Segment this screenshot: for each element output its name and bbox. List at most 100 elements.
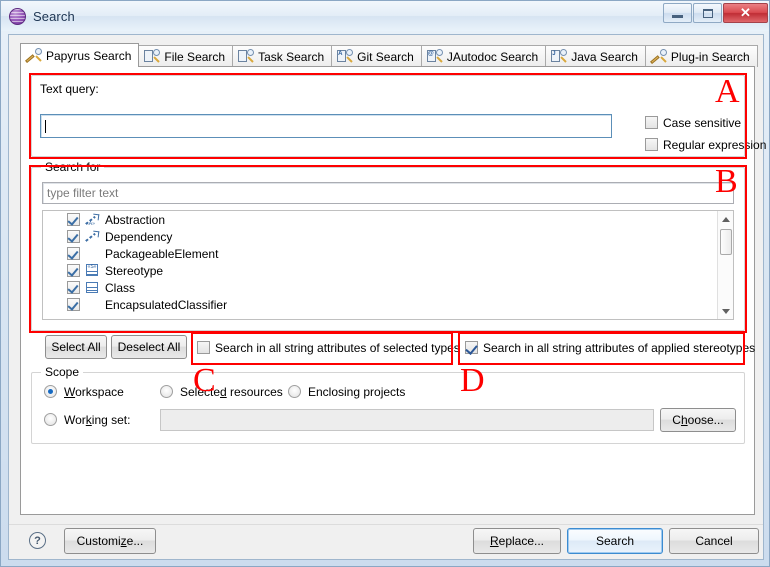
scope-radio-enclosing-projects[interactable] <box>288 385 301 398</box>
git-search-tab-icon: A <box>337 49 354 64</box>
tab-label: File Search <box>164 49 226 64</box>
help-icon[interactable]: ? <box>29 532 46 549</box>
element-type-tree[interactable]: «A» Abstraction Dependency PackageableEl… <box>42 210 734 320</box>
java-search-tab-icon-mark: J <box>552 51 556 57</box>
jautodoc-search-tab-icon: @ <box>426 49 443 64</box>
tab-label: Task Search <box>258 49 325 64</box>
search-selected-types-label: Search in all string attributes of selec… <box>215 341 460 355</box>
tree-item-label: Dependency <box>105 229 173 244</box>
tree-item-label: Class <box>105 280 136 295</box>
tab-file-search[interactable]: File Search <box>138 45 234 67</box>
tree-item-label: EncapsulatedClassifier <box>105 297 228 312</box>
tab-task-search[interactable]: Task Search <box>232 45 333 67</box>
list-item[interactable]: Class <box>43 279 733 296</box>
text-cursor <box>45 119 46 133</box>
no-icon <box>85 298 100 312</box>
abstraction-icon: «A» <box>86 220 95 227</box>
regular-expression-checkbox[interactable] <box>645 138 658 151</box>
type-filter-placeholder: type filter text <box>47 186 119 200</box>
choose-button-label: Choose... <box>672 413 724 427</box>
text-query-label: Text query: <box>40 82 99 96</box>
scope-label-enclosing-projects: Enclosing projects <box>308 385 406 399</box>
tree-item-label: Abstraction <box>105 212 166 227</box>
file-search-tab-icon <box>144 49 161 64</box>
jautodoc-search-tab-icon-mark: @ <box>427 51 434 57</box>
deselect-all-button[interactable]: Deselect All <box>111 335 187 359</box>
class-icon <box>85 281 100 295</box>
maximize-button[interactable] <box>693 3 722 23</box>
search-tab-strip: Papyrus Search File Search Task Search A <box>20 43 758 67</box>
annotation-letter-c: C <box>193 362 216 399</box>
case-sensitive-checkbox[interactable] <box>645 116 658 129</box>
tab-label: Papyrus Search <box>46 48 132 63</box>
select-all-button[interactable]: Select All <box>45 335 107 359</box>
scroll-up-icon[interactable] <box>718 211 733 227</box>
footer-separator <box>9 524 763 525</box>
tab-plugin-search[interactable]: Plug-in Search <box>644 45 758 67</box>
tree-item-label: PackageableElement <box>105 246 219 261</box>
annotation-letter-a: A <box>715 73 740 110</box>
title-bar: Search ✕ <box>1 1 769 31</box>
scope-radio-selected-resources[interactable] <box>160 385 173 398</box>
tab-papyrus-search[interactable]: Papyrus Search <box>20 43 140 67</box>
no-icon <box>85 247 100 261</box>
papyrus-search-tab-icon <box>25 48 42 63</box>
tree-item-checkbox[interactable] <box>67 230 80 243</box>
tree-vertical-scrollbar[interactable] <box>717 211 733 319</box>
dependency-icon <box>85 230 100 244</box>
annotation-letter-d: D <box>460 362 485 399</box>
list-item[interactable]: «A» Abstraction <box>43 211 733 228</box>
text-query-input[interactable] <box>40 114 612 138</box>
tab-jautodoc-search[interactable]: @ JAutodoc Search <box>420 45 547 67</box>
git-search-tab-icon-mark: A <box>338 51 343 57</box>
cancel-button[interactable]: Cancel <box>669 528 759 554</box>
tree-item-label: Stereotype <box>105 263 164 278</box>
close-button[interactable]: ✕ <box>723 3 768 23</box>
choose-button[interactable]: Choose... <box>660 408 736 432</box>
tab-label: Plug-in Search <box>670 49 750 64</box>
scrollbar-thumb[interactable] <box>720 229 732 255</box>
tree-item-checkbox[interactable] <box>67 298 80 311</box>
tree-item-checkbox[interactable] <box>67 264 80 277</box>
text-query-group: Text query: Case sensitive Regular expre… <box>31 75 766 157</box>
scope-radio-workspace[interactable] <box>44 385 57 398</box>
plugin-search-tab-icon <box>649 49 667 64</box>
replace-button-label: Replace... <box>489 534 545 548</box>
scope-radio-working-set[interactable] <box>44 413 57 426</box>
search-button[interactable]: Search <box>567 528 663 554</box>
scope-group: Scope Workspace Selected resources Enclo… <box>31 365 745 444</box>
papyrus-search-tab-page: Text query: Case sensitive Regular expre… <box>20 66 766 515</box>
regular-expression-label: Regular expression <box>663 138 767 152</box>
tree-item-checkbox[interactable] <box>67 247 80 260</box>
tree-item-checkbox[interactable] <box>67 281 80 294</box>
scroll-down-icon[interactable] <box>718 303 733 319</box>
search-for-legend: Search for <box>41 160 105 174</box>
tab-git-search[interactable]: A Git Search <box>331 45 422 67</box>
annotation-letter-b: B <box>715 163 738 200</box>
tab-label: JAutodoc Search <box>446 49 539 64</box>
working-set-input <box>160 409 654 431</box>
customize-button[interactable]: Customize... <box>64 528 156 554</box>
type-filter-input[interactable]: type filter text <box>42 182 734 204</box>
java-search-tab-icon: J <box>551 49 568 64</box>
scope-label-workspace: Workspace <box>64 385 124 399</box>
search-applied-stereotypes-checkbox[interactable] <box>465 341 478 354</box>
replace-button[interactable]: Replace... <box>473 528 561 554</box>
search-selected-types-checkbox[interactable] <box>197 341 210 354</box>
minimize-button[interactable] <box>663 3 692 23</box>
customize-button-label: Customize... <box>76 534 144 548</box>
scope-label-workspace-rest: orkspace <box>75 385 124 399</box>
tab-label: Java Search <box>571 49 638 64</box>
list-item[interactable]: Stereotype <box>43 262 733 279</box>
scope-legend: Scope <box>41 365 84 379</box>
list-item[interactable]: Dependency <box>43 228 733 245</box>
task-search-tab-icon <box>238 49 255 64</box>
papyrus-search-icon <box>9 7 26 25</box>
list-item[interactable]: PackageableElement <box>43 245 733 262</box>
list-item[interactable]: EncapsulatedClassifier <box>43 296 733 313</box>
tab-java-search[interactable]: J Java Search <box>545 45 646 67</box>
case-sensitive-label: Case sensitive <box>663 116 742 130</box>
tree-item-checkbox[interactable] <box>67 213 80 226</box>
window-controls: ✕ <box>663 3 768 23</box>
search-dialog-window: Search ✕ Papyrus Search File Search Task… <box>0 0 770 567</box>
